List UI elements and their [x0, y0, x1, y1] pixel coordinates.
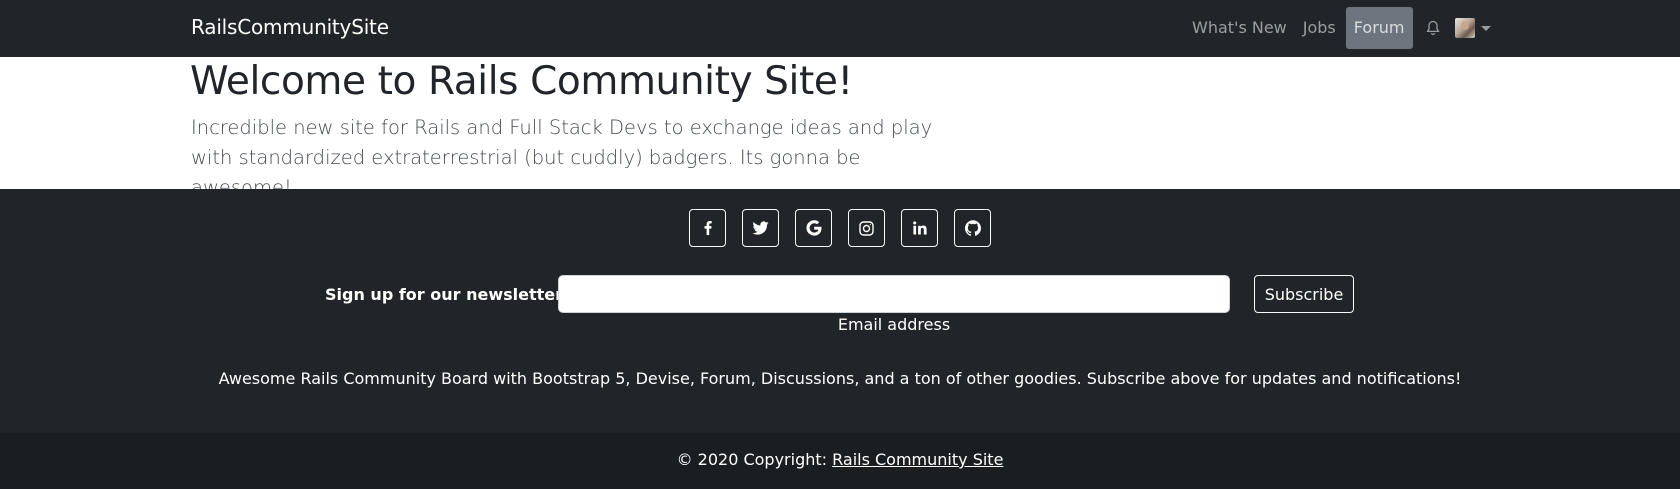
subscribe-button[interactable]: Subscribe — [1254, 275, 1354, 313]
google-icon[interactable] — [795, 209, 832, 247]
newsletter-label: Sign up for our newsletter — [325, 285, 564, 304]
nav-link-jobs[interactable]: Jobs — [1295, 7, 1344, 49]
page-title: Welcome to Rails Community Site! — [190, 59, 853, 104]
nav-link-whats-new[interactable]: What's New — [1184, 7, 1295, 49]
nav-link-forum[interactable]: Forum — [1345, 7, 1413, 49]
copyright-text: © 2020 Copyright: — [676, 450, 833, 469]
linkedin-icon[interactable] — [901, 209, 938, 247]
hero: Welcome to Rails Community Site! Incredi… — [0, 57, 1680, 199]
instagram-icon[interactable] — [848, 209, 885, 247]
copyright-bar: © 2020 Copyright: Rails Community Site — [0, 433, 1680, 489]
navbar: RailsCommunitySite What's New Jobs Forum — [0, 0, 1680, 57]
email-help-text: Email address — [837, 315, 951, 334]
avatar — [1454, 18, 1475, 38]
facebook-icon[interactable] — [689, 209, 726, 247]
caret-down-icon — [1480, 25, 1491, 31]
footer-blurb: Awesome Rails Community Board with Boots… — [218, 369, 1462, 388]
bell-icon[interactable] — [1417, 7, 1449, 49]
user-menu-toggle[interactable] — [1449, 7, 1491, 49]
copyright-link[interactable]: Rails Community Site — [832, 450, 1003, 469]
nav-links: What's New Jobs Forum — [1184, 7, 1491, 49]
github-icon[interactable] — [954, 209, 991, 247]
social-links — [689, 209, 991, 247]
twitter-icon[interactable] — [742, 209, 779, 247]
email-input[interactable] — [558, 275, 1230, 313]
footer: Sign up for our newsletter Email address… — [0, 189, 1680, 433]
brand-link[interactable]: RailsCommunitySite — [191, 15, 389, 39]
